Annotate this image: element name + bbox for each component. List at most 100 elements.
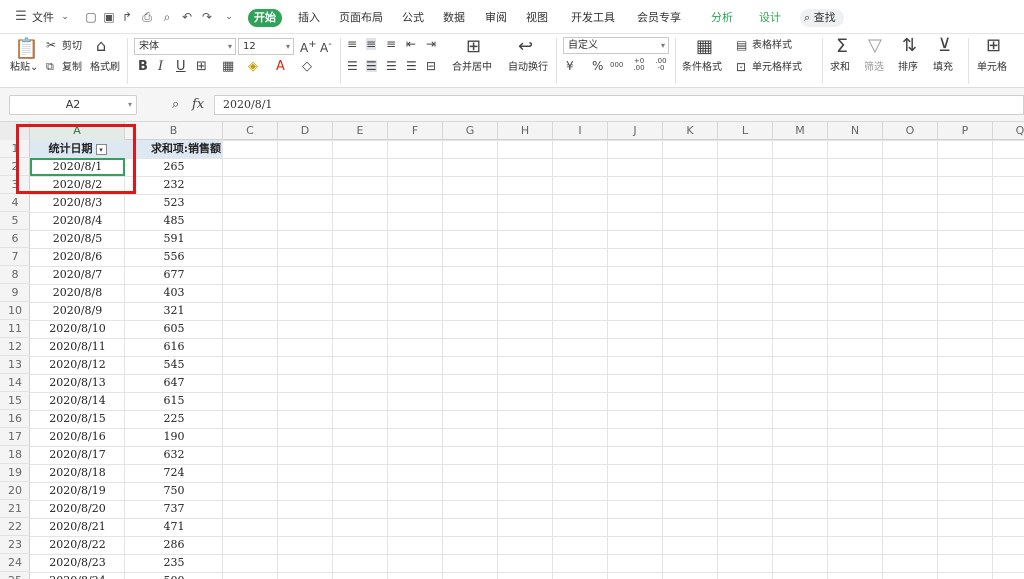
row-header-21[interactable]: 21 — [0, 500, 30, 518]
column-header-h[interactable]: H — [498, 122, 553, 140]
cut-button[interactable]: 剪切 — [62, 40, 82, 53]
fill-button[interactable]: 填充 — [933, 61, 953, 74]
cell-sales[interactable]: 724 — [125, 464, 223, 482]
cell-sales[interactable]: 605 — [125, 320, 223, 338]
number-format-select[interactable]: 自定义 ▾ — [563, 37, 669, 54]
align-right-icon[interactable]: ☰ — [386, 60, 397, 72]
cells-area[interactable]: 统计日期 ▾ 求和项:销售额 2020/8/1 265 2020/8/2 232 2020… — [30, 140, 1024, 579]
row-header-11[interactable]: 11 — [0, 320, 30, 338]
align-bottom-icon[interactable]: ≡ — [386, 38, 396, 50]
cell-style-button[interactable]: 单元格样式 — [752, 61, 802, 74]
align-middle-icon[interactable]: ≡ — [366, 38, 377, 50]
cell-sales[interactable]: 225 — [125, 410, 223, 428]
row-header-12[interactable]: 12 — [0, 338, 30, 356]
fill-pattern-icon[interactable]: ▦ — [222, 60, 234, 73]
tab-design[interactable]: 设计 — [759, 9, 781, 27]
row-header-10[interactable]: 10 — [0, 302, 30, 320]
pivot-header-sum[interactable]: 求和项:销售额 — [125, 140, 223, 158]
cell-sales[interactable]: 632 — [125, 446, 223, 464]
row-header-13[interactable]: 13 — [0, 356, 30, 374]
row-header-17[interactable]: 17 — [0, 428, 30, 446]
row-header-20[interactable]: 20 — [0, 482, 30, 500]
font-name-select[interactable]: 宋体 ▾ — [134, 38, 236, 55]
cell-button[interactable]: 单元格 — [977, 61, 1007, 74]
align-left-icon[interactable]: ☰ — [347, 60, 358, 72]
justify-icon[interactable]: ☰ — [406, 60, 417, 72]
cell-sales[interactable]: 591 — [125, 230, 223, 248]
tab-page-layout[interactable]: 页面布局 — [339, 9, 383, 27]
row-header-8[interactable]: 8 — [0, 266, 30, 284]
cell-sales[interactable]: 190 — [125, 428, 223, 446]
align-center-icon[interactable]: ☰ — [366, 60, 377, 72]
cell-sales[interactable]: 485 — [125, 212, 223, 230]
cell-date[interactable]: 2020/8/3 — [30, 194, 125, 212]
bold-button[interactable]: B — [138, 60, 148, 73]
cell-date[interactable]: 2020/8/16 — [30, 428, 125, 446]
cell-sales[interactable]: 737 — [125, 500, 223, 518]
cell-sales[interactable]: 616 — [125, 338, 223, 356]
row-header-19[interactable]: 19 — [0, 464, 30, 482]
cell-sales[interactable]: 615 — [125, 392, 223, 410]
tab-review[interactable]: 审阅 — [485, 9, 507, 27]
italic-button[interactable]: I — [158, 60, 163, 73]
tab-view[interactable]: 视图 — [526, 9, 548, 27]
column-header-k[interactable]: K — [663, 122, 718, 140]
cell-sales[interactable]: 235 — [125, 554, 223, 572]
new-doc-icon[interactable]: ▢ — [84, 10, 98, 24]
column-header-c[interactable]: C — [223, 122, 278, 140]
row-header-4[interactable]: 4 — [0, 194, 30, 212]
cell-date[interactable]: 2020/8/17 — [30, 446, 125, 464]
filter-button[interactable]: 筛选 — [864, 61, 884, 74]
cell-date[interactable]: 2020/8/19 — [30, 482, 125, 500]
wrap-text-button[interactable]: 自动换行 — [508, 61, 548, 74]
row-header-6[interactable]: 6 — [0, 230, 30, 248]
tab-member[interactable]: 会员专享 — [637, 9, 681, 27]
paste-icon[interactable]: 📋 — [14, 38, 39, 58]
align-top-icon[interactable]: ≡ — [347, 38, 357, 50]
cell-date[interactable]: 2020/8/11 — [30, 338, 125, 356]
cell-sales[interactable]: 500 — [125, 572, 223, 579]
column-header-g[interactable]: G — [443, 122, 498, 140]
row-header-5[interactable]: 5 — [0, 212, 30, 230]
print-preview-icon[interactable]: ⌕ — [160, 10, 174, 24]
font-size-select[interactable]: 12 ▾ — [238, 38, 294, 55]
cell-icon[interactable]: ⊞ — [986, 37, 1001, 55]
row-header-23[interactable]: 23 — [0, 536, 30, 554]
hamburger-menu-icon[interactable]: ☰ — [14, 10, 28, 24]
tab-formulas[interactable]: 公式 — [402, 9, 424, 27]
tab-home[interactable]: 开始 — [248, 9, 282, 27]
more-chevron-icon[interactable]: ⌄ — [222, 10, 236, 24]
row-header-24[interactable]: 24 — [0, 554, 30, 572]
format-painter-button[interactable]: 格式刷 — [90, 61, 120, 74]
border-icon[interactable]: ⊞ — [196, 60, 207, 73]
conditional-format-icon[interactable]: ▦ — [696, 38, 713, 56]
cell-date[interactable]: 2020/8/18 — [30, 464, 125, 482]
cell-sales[interactable]: 471 — [125, 518, 223, 536]
indent-increase-icon[interactable]: ⇥ — [426, 38, 436, 50]
name-box[interactable]: A2 ▾ — [9, 95, 137, 115]
indent-decrease-icon[interactable]: ⇤ — [406, 38, 416, 50]
chevron-down-icon[interactable]: ⌄ — [58, 10, 72, 24]
cell-date[interactable]: 2020/8/14 — [30, 392, 125, 410]
underline-button[interactable]: U — [176, 60, 186, 73]
column-header-d[interactable]: D — [278, 122, 333, 140]
conditional-format-button[interactable]: 条件格式 — [682, 61, 722, 74]
column-header-b[interactable]: B — [125, 122, 223, 140]
decrease-decimal-button[interactable]: .00 -0 — [652, 58, 670, 72]
zoom-search-icon[interactable]: ⌕ — [172, 98, 179, 111]
export-icon[interactable]: ↱ — [120, 10, 134, 24]
font-color-icon[interactable]: A — [276, 60, 285, 73]
column-header-i[interactable]: I — [553, 122, 608, 140]
save-icon[interactable]: ▣ — [102, 10, 116, 24]
filter-icon[interactable]: ▽ — [868, 37, 882, 55]
fx-icon[interactable]: fx — [192, 98, 204, 111]
copy-icon[interactable]: ⧉ — [46, 61, 54, 72]
row-header-9[interactable]: 9 — [0, 284, 30, 302]
distribute-icon[interactable]: ⊟ — [426, 60, 436, 72]
column-header-q[interactable]: Q — [993, 122, 1024, 140]
cell-date[interactable]: 2020/8/23 — [30, 554, 125, 572]
column-header-l[interactable]: L — [718, 122, 773, 140]
tab-data[interactable]: 数据 — [443, 9, 465, 27]
decrease-font-icon[interactable]: A- — [320, 40, 332, 55]
cell-date[interactable]: 2020/8/15 — [30, 410, 125, 428]
